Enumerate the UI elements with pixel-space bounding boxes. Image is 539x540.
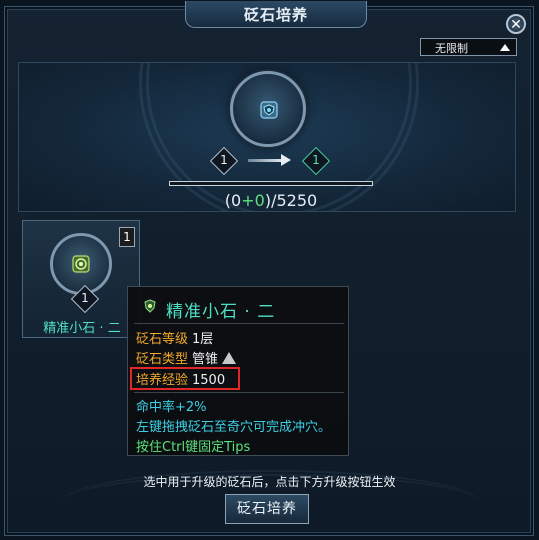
- cultivate-button[interactable]: 砭石培养: [225, 494, 309, 524]
- tooltip-type-row: 砭石类型 管锥: [136, 348, 237, 367]
- tooltip-title: 精准小石 · 二: [166, 302, 276, 322]
- divider: [134, 392, 344, 393]
- divider: [134, 323, 344, 324]
- exp-value: 1500: [192, 373, 226, 388]
- exp-current: 0: [231, 191, 242, 210]
- close-icon: ✕: [510, 17, 522, 33]
- exp-progress-bar: [169, 181, 373, 186]
- stone-name: 精准小石 · 二: [43, 321, 121, 336]
- instruction-text: 选中用于升级的砭石后，点击下方升级按钮生效: [143, 475, 396, 489]
- stone-orb: [50, 233, 112, 295]
- exp-added: +0: [241, 191, 265, 210]
- cone-icon: [222, 352, 237, 364]
- current-level: 1: [220, 153, 228, 167]
- next-level: 1: [312, 153, 320, 167]
- stone-type-icon: [144, 299, 156, 313]
- target-stone-slot[interactable]: [230, 71, 306, 147]
- shield-gem-icon: [260, 101, 278, 119]
- close-button[interactable]: ✕: [506, 14, 526, 34]
- stone-inventory-slot[interactable]: 1 1 精准小石 · 二: [22, 220, 140, 338]
- upgrade-arrow-icon: [248, 159, 282, 162]
- slot-level: 1: [81, 291, 89, 305]
- exp-label: 培养经验: [136, 373, 189, 388]
- type-value: 管锥: [192, 352, 219, 367]
- tooltip-usage: 左键拖拽砭石至奇穴可完成冲穴。: [136, 420, 332, 435]
- filter-dropdown[interactable]: 无限制: [420, 38, 517, 56]
- arrow-head-icon: [281, 154, 291, 166]
- filter-selected-value: 无限制: [435, 42, 468, 55]
- stack-count-badge: 1: [119, 227, 135, 247]
- type-label: 砭石类型: [136, 352, 189, 367]
- tooltip-tip: 按住Ctrl键固定Tips: [136, 440, 251, 455]
- triangle-up-icon: [500, 44, 510, 51]
- stone-tooltip: 精准小石 · 二 砭石等级 1层 砭石类型 管锥 培养经验 1500 命中率+2% 左…: [127, 286, 349, 456]
- tooltip-level-row: 砭石等级 1层: [136, 328, 213, 347]
- tooltip-exp-row: 培养经验 1500: [136, 369, 225, 388]
- level-value: 1层: [192, 332, 214, 347]
- level-label: 砭石等级: [136, 332, 189, 347]
- upgrade-panel: 1 1 (0+0)/5250: [18, 62, 516, 212]
- target-gem-icon: [72, 255, 90, 273]
- tooltip-effect: 命中率+2%: [136, 400, 207, 415]
- exp-readout: (0+0)/5250: [224, 191, 318, 210]
- window-title: 砭石培养: [185, 1, 367, 28]
- exp-total: 5250: [276, 191, 318, 210]
